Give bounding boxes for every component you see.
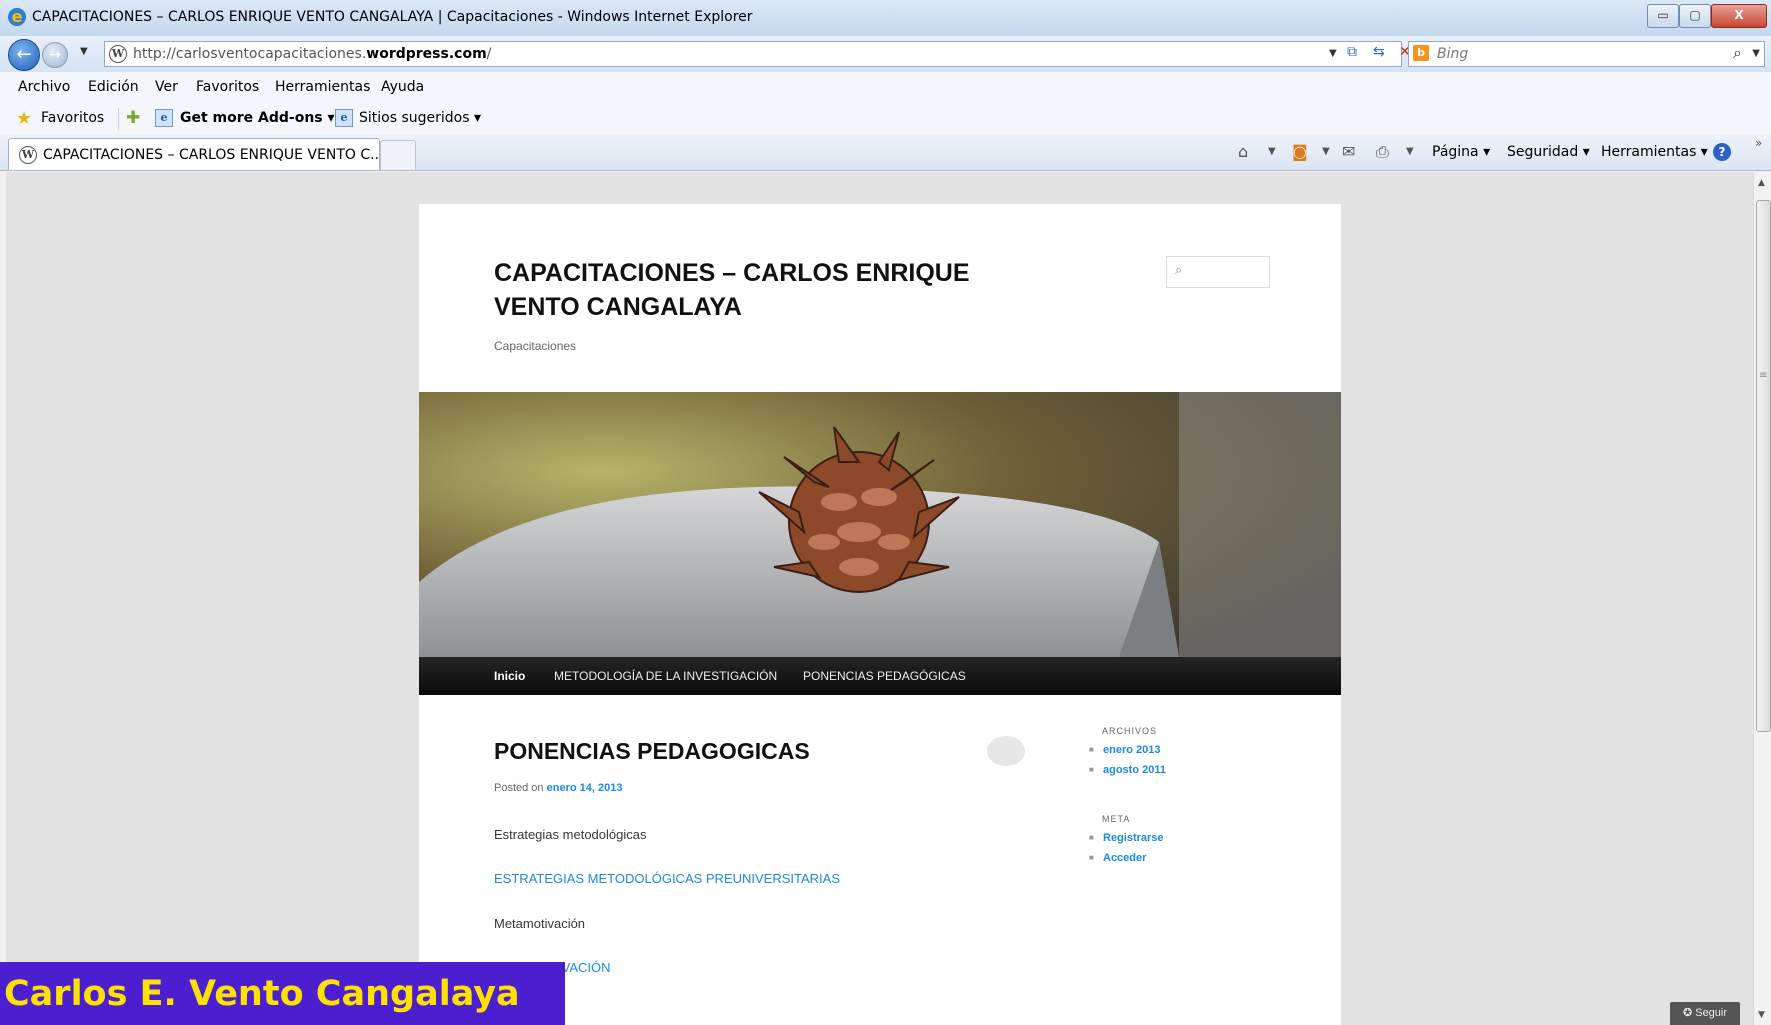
- nav-inicio[interactable]: Inicio: [494, 669, 525, 683]
- scrollbar-thumb[interactable]: [1756, 200, 1771, 732]
- meta-link-login[interactable]: Acceder: [1089, 852, 1164, 872]
- refresh-icon[interactable]: ⇆: [1373, 44, 1385, 60]
- tab-title: CAPACITACIONES – CARLOS ENRIQUE VENTO C.…: [43, 147, 384, 163]
- site-title-line-1[interactable]: CAPACITACIONES – CARLOS ENRIQUE: [494, 256, 1054, 290]
- address-dropdown-icon[interactable]: ▼: [1329, 48, 1337, 59]
- url-suffix: /: [486, 46, 492, 62]
- new-tab-button[interactable]: [380, 140, 416, 170]
- page-menu-button[interactable]: Página ▾: [1432, 144, 1490, 160]
- menu-favoritos[interactable]: Favoritos: [196, 79, 259, 95]
- url-domain: wordpress.com: [366, 46, 487, 62]
- archives-widget-title: ARCHIVOS: [1102, 726, 1158, 736]
- navigation-bar: ← → ▼ W http://carlosventocapacitaciones…: [0, 36, 1771, 72]
- window-title: CAPACITACIONES – CARLOS ENRIQUE VENTO CA…: [32, 9, 753, 25]
- menu-herramientas[interactable]: Herramientas: [275, 79, 370, 95]
- get-addons-button[interactable]: Get more Add-ons ▾: [180, 110, 335, 126]
- home-icon[interactable]: ⌂: [1238, 142, 1248, 161]
- more-commands-icon[interactable]: »: [1755, 136, 1762, 150]
- star-icon[interactable]: ★: [16, 108, 32, 129]
- favorites-bar: ★ Favoritos ✚ e Get more Add-ons ▾ e Sit…: [0, 102, 1771, 134]
- security-menu-button[interactable]: Seguridad ▾: [1507, 144, 1590, 160]
- post-date-link[interactable]: enero 14, 2013: [547, 782, 623, 794]
- recent-pages-dropdown[interactable]: ▼: [80, 46, 88, 57]
- address-url[interactable]: http://carlosventocapacitaciones.wordpre…: [133, 46, 491, 62]
- window-titlebar: e CAPACITACIONES – CARLOS ENRIQUE VENTO …: [0, 0, 1771, 37]
- pinecone-photo: [419, 392, 1341, 657]
- menu-ayuda[interactable]: Ayuda: [381, 79, 424, 95]
- site-description: Capacitaciones: [494, 339, 577, 353]
- site-search-input[interactable]: ⌕: [1166, 256, 1270, 288]
- archives-list: enero 2013 agosto 2011: [1089, 744, 1166, 784]
- favorites-button[interactable]: Favoritos: [41, 110, 104, 126]
- tab-bar: W CAPACITACIONES – CARLOS ENRIQUE VENTO …: [0, 134, 1771, 171]
- mail-icon[interactable]: ✉: [1342, 142, 1355, 161]
- wordpress-icon: W: [19, 146, 37, 164]
- menu-edicion[interactable]: Edición: [88, 79, 139, 95]
- search-placeholder[interactable]: Bing: [1437, 46, 1468, 62]
- search-icon[interactable]: ⌕: [1733, 43, 1742, 63]
- meta-link-register[interactable]: Registrarse: [1089, 832, 1164, 852]
- site-navigation: Inicio METODOLOGÍA DE LA INVESTIGACIÓN P…: [419, 657, 1341, 695]
- post-meta: Posted on enero 14, 2013: [494, 782, 622, 794]
- search-dropdown-icon[interactable]: ▼: [1752, 48, 1760, 59]
- feeds-dropdown-icon[interactable]: ▼: [1322, 146, 1330, 157]
- add-favorite-icon[interactable]: ✚: [126, 108, 140, 128]
- forward-icon[interactable]: →: [42, 42, 68, 68]
- feeds-icon[interactable]: ◙: [1292, 142, 1308, 161]
- post-title[interactable]: PONENCIAS PEDAGOGICAS: [494, 738, 810, 765]
- favorites-separator: [118, 108, 119, 130]
- home-dropdown-icon[interactable]: ▼: [1268, 146, 1276, 157]
- address-bar[interactable]: W http://carlosventocapacitaciones.wordp…: [104, 41, 1411, 67]
- help-icon[interactable]: ?: [1713, 143, 1731, 161]
- comment-bubble-icon[interactable]: [987, 736, 1025, 766]
- archive-link[interactable]: agosto 2011: [1089, 764, 1166, 784]
- menu-bar: Archivo Edición Ver Favoritos Herramient…: [0, 72, 1771, 103]
- wordpress-page: CAPACITACIONES – CARLOS ENRIQUE VENTO CA…: [419, 204, 1341, 1025]
- site-title[interactable]: CAPACITACIONES – CARLOS ENRIQUE VENTO CA…: [494, 256, 1054, 324]
- back-icon[interactable]: ←: [8, 39, 40, 71]
- suggested-sites-icon: e: [335, 109, 353, 127]
- follow-button[interactable]: ✪ Seguir: [1670, 1002, 1740, 1025]
- print-dropdown-icon[interactable]: ▼: [1406, 146, 1414, 157]
- header-image[interactable]: [419, 392, 1341, 657]
- archive-link[interactable]: enero 2013: [1089, 744, 1166, 764]
- post-link-1[interactable]: ESTRATEGIAS METODOLÓGICAS PREUNIVERSITAR…: [494, 871, 840, 886]
- author-caption: Carlos E. Vento Cangalaya: [0, 962, 565, 1025]
- suggested-sites-button[interactable]: Sitios sugeridos ▾: [359, 110, 481, 126]
- minimize-button[interactable]: ▭: [1647, 4, 1679, 28]
- vertical-scrollbar[interactable]: ▲ ≡ ▼: [1753, 172, 1771, 1025]
- nav-ponencias[interactable]: PONENCIAS PEDAGÓGICAS: [803, 669, 966, 683]
- ie-logo-icon: e: [8, 8, 26, 26]
- url-prefix: http://carlosventocapacitaciones.: [133, 46, 367, 62]
- meta-list: Registrarse Acceder: [1089, 832, 1164, 872]
- scroll-up-icon[interactable]: ▲: [1758, 178, 1765, 188]
- tab-active[interactable]: W CAPACITACIONES – CARLOS ENRIQUE VENTO …: [8, 138, 384, 170]
- search-box[interactable]: b Bing ⌕ ▼: [1408, 41, 1765, 67]
- search-icon: ⌕: [1175, 263, 1183, 278]
- nav-metodologia[interactable]: METODOLOGÍA DE LA INVESTIGACIÓN: [554, 669, 777, 683]
- author-caption-text: Carlos E. Vento Cangalaya: [4, 974, 520, 1014]
- menu-ver[interactable]: Ver: [155, 79, 178, 95]
- compat-icon[interactable]: ⧉: [1347, 44, 1357, 60]
- bing-icon: b: [1413, 45, 1429, 61]
- scroll-down-icon[interactable]: ▼: [1758, 1010, 1765, 1020]
- posted-prefix: Posted on: [494, 782, 544, 794]
- addons-page-icon: e: [155, 109, 173, 127]
- post-paragraph-2: Metamotivación: [494, 916, 586, 931]
- print-icon[interactable]: ⎙: [1376, 142, 1389, 162]
- wordpress-icon: W: [109, 45, 127, 63]
- post-paragraph-1: Estrategias metodológicas: [494, 827, 647, 842]
- web-viewport: CAPACITACIONES – CARLOS ENRIQUE VENTO CA…: [6, 172, 1753, 1025]
- site-title-line-2[interactable]: VENTO CANGALAYA: [494, 290, 1054, 324]
- meta-widget-title: META: [1102, 814, 1131, 824]
- menu-archivo[interactable]: Archivo: [18, 79, 70, 95]
- close-button[interactable]: X: [1711, 4, 1767, 28]
- maximize-button[interactable]: ▢: [1679, 4, 1711, 28]
- scroll-grip-icon: ≡: [1759, 370, 1768, 381]
- tools-menu-button[interactable]: Herramientas ▾: [1601, 144, 1708, 160]
